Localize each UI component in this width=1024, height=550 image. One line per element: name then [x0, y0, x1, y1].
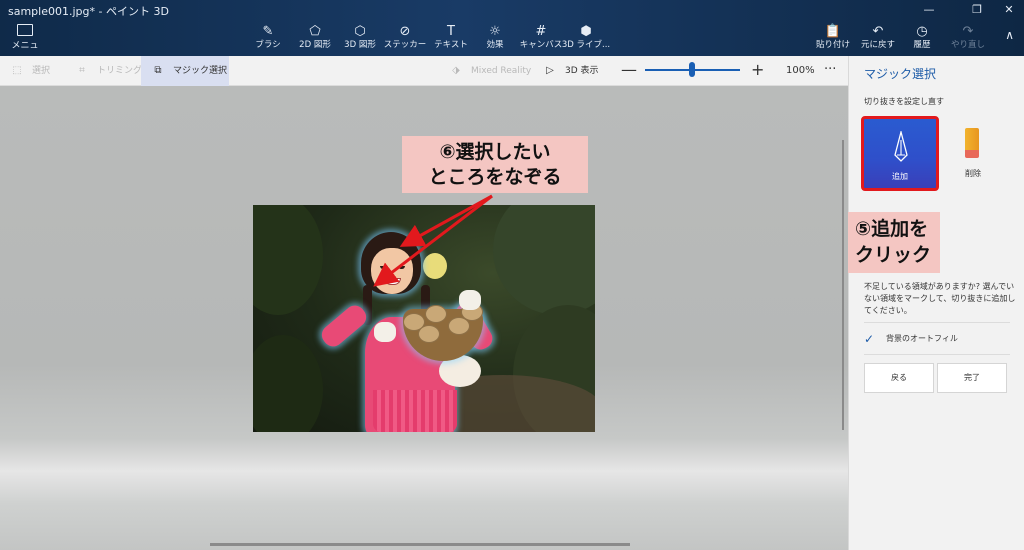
- back-button[interactable]: 戻る: [864, 363, 934, 393]
- magic-select-panel: マジック選択 切り抜きを設定し直す 追加 削除 不足している領域がありますか? …: [848, 56, 1024, 550]
- girl-skirt: [373, 390, 457, 432]
- callout-line: ところをなぞる: [428, 166, 562, 188]
- horizontal-scrollbar[interactable]: [210, 543, 630, 546]
- girl-arm: [317, 301, 371, 351]
- panel-description: 不足している領域がありますか? 選んでいない領域をマークして、切り抜きに追加して…: [864, 282, 1016, 315]
- girl-glove: [459, 290, 481, 310]
- crop-icon: ⌗: [79, 65, 85, 76]
- tool-3d-library[interactable]: ⬢ 3D ライブ...: [558, 24, 614, 54]
- folder-icon: [17, 24, 33, 36]
- view-3d-icon: ▷: [546, 65, 554, 76]
- tool-label: 3D ライブ...: [561, 40, 611, 50]
- callout-line: ⑤追加を: [855, 218, 929, 240]
- yellow-flower: [423, 253, 447, 279]
- zoom-value: 100%: [786, 65, 815, 76]
- foliage: [493, 205, 595, 315]
- divider: [864, 354, 1010, 355]
- vertical-scrollbar[interactable]: [842, 140, 844, 430]
- foliage: [253, 335, 323, 432]
- magic-select-label: マジック選択: [173, 66, 228, 76]
- panel-subtitle: 切り抜きを設定し直す: [864, 97, 944, 106]
- zoom-out-button[interactable]: —: [621, 56, 637, 86]
- select-label: 選択: [32, 66, 51, 76]
- autofill-checkbox[interactable]: ✓: [864, 332, 878, 346]
- 3d-library-icon: ⬢: [580, 24, 592, 39]
- secondary-toolbar: ⬚ 選択 ⌗ トリミング ⧉ マジック選択 ⬗ Mixed Reality ▷ 3D 表示…: [0, 56, 848, 86]
- eraser-icon: [965, 128, 979, 158]
- magic-select-icon: ⧉: [154, 65, 162, 76]
- callout-line: ⑥選択したい: [439, 141, 551, 163]
- mixed-reality-label: Mixed Reality: [471, 66, 532, 76]
- magic-select-tool[interactable]: ⧉ マジック選択: [141, 56, 229, 86]
- close-button[interactable]: ✕: [994, 3, 1024, 19]
- done-button[interactable]: 完了: [937, 363, 1007, 393]
- maximize-button[interactable]: ❐: [962, 3, 992, 19]
- foliage: [253, 205, 323, 315]
- pen-add-icon: [894, 131, 908, 162]
- select-tool[interactable]: ⬚ 選択: [10, 56, 50, 86]
- remove-button[interactable]: 削除: [945, 120, 1001, 186]
- menu-button[interactable]: メニュー: [8, 22, 42, 64]
- view-3d-button[interactable]: ▷ 3D 表示: [543, 56, 599, 86]
- select-icon: ⬚: [12, 65, 22, 76]
- canvas-photo[interactable]: [253, 205, 595, 432]
- instruction-callout-trace: ⑥選択したい ところをなぞる: [402, 136, 588, 193]
- potato: [418, 325, 440, 343]
- more-options-button[interactable]: ···: [824, 56, 836, 86]
- crop-tool[interactable]: ⌗ トリミング: [75, 56, 142, 86]
- remove-label: 削除: [965, 169, 981, 178]
- minimize-button[interactable]: —: [914, 3, 944, 19]
- autofill-label: 背景のオートフィル: [886, 334, 958, 343]
- collapse-ribbon-icon[interactable]: ∧: [1005, 28, 1014, 42]
- window-title: sample001.jpg* - ペイント 3D: [8, 5, 169, 18]
- mixed-reality-button[interactable]: ⬗ Mixed Reality: [449, 56, 531, 86]
- panel-title: マジック選択: [864, 67, 937, 81]
- view-3d-label: 3D 表示: [565, 66, 599, 76]
- redo-button[interactable]: ↷ やり直し: [940, 24, 996, 54]
- instruction-callout-add: ⑤追加を クリック: [848, 212, 940, 273]
- girl-glove: [374, 322, 396, 342]
- redo-icon: ↷: [962, 24, 974, 39]
- tool-label: やり直し: [950, 40, 985, 50]
- zoom-in-button[interactable]: +: [751, 56, 764, 86]
- divider: [864, 322, 1010, 323]
- mixed-reality-icon: ⬗: [452, 65, 460, 76]
- ribbon: sample001.jpg* - ペイント 3D — ❐ ✕ メニュー ✎ ブラ…: [0, 0, 1024, 64]
- potato: [425, 305, 447, 323]
- add-label: 追加: [892, 172, 908, 181]
- add-button[interactable]: 追加: [861, 116, 939, 191]
- crop-label: トリミング: [97, 66, 143, 76]
- zoom-slider-thumb[interactable]: [689, 62, 695, 77]
- callout-line: クリック: [855, 244, 932, 266]
- girl-face: [371, 248, 413, 294]
